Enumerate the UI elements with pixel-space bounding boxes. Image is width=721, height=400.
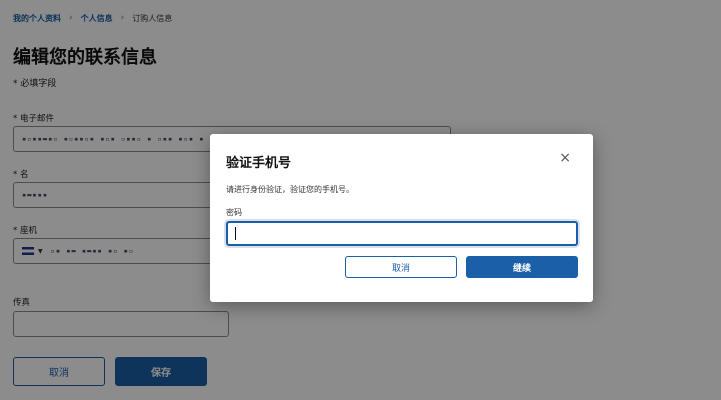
dialog-cancel-button[interactable]: 取消 [345, 256, 457, 278]
text-caret [235, 227, 236, 240]
password-input[interactable] [226, 221, 578, 246]
dialog-title: 验证手机号 [226, 156, 292, 171]
dialog-continue-button[interactable]: 继续 [466, 256, 578, 278]
password-label: 密码 [226, 208, 242, 217]
verify-phone-dialog: 验证手机号 × 请进行身份验证，验证您的手机号。 密码 取消 继续 [210, 134, 593, 302]
dialog-description: 请进行身份验证，验证您的手机号。 [226, 185, 354, 194]
close-icon[interactable]: × [559, 151, 571, 165]
